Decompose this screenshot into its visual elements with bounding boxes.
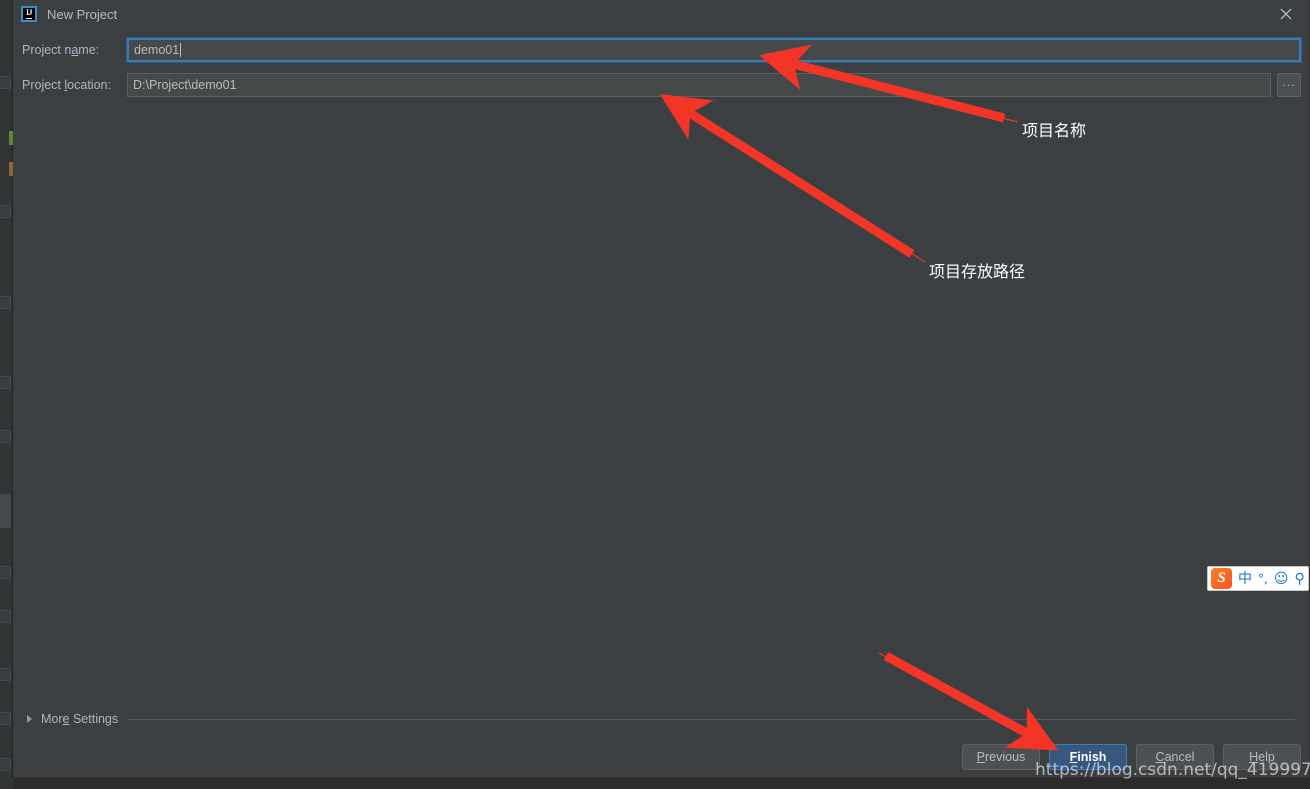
close-icon[interactable]: [1263, 0, 1309, 28]
ide-edge-mark: [0, 430, 11, 443]
project-location-value: D:\Project\demo01: [133, 77, 237, 92]
ide-edge-mark: [0, 566, 11, 579]
previous-button[interactable]: Previous: [962, 744, 1040, 770]
project-name-label: Project name:: [22, 43, 127, 57]
project-name-row: Project name: demo01: [13, 37, 1310, 62]
ime-punctuation-icon[interactable]: °,: [1258, 573, 1268, 585]
csdn-watermark: https://blog.csdn.net/qq_41999771: [1035, 760, 1310, 780]
sogou-logo-icon[interactable]: S: [1211, 568, 1232, 589]
ide-edge-mark: [0, 610, 11, 623]
text-caret: [180, 42, 182, 57]
project-location-label-suffix: ocation:: [67, 77, 111, 92]
triangle-right-icon: [27, 715, 32, 723]
previous-button-suffix: revious: [985, 750, 1026, 764]
dialog-title: New Project: [47, 6, 118, 22]
project-location-row: Project location: D:\Project\demo01 ...: [13, 72, 1310, 97]
ime-emoji-icon[interactable]: ☺: [1274, 572, 1289, 586]
project-name-label-suffix: me:: [78, 42, 100, 57]
ide-background-strip: [0, 0, 13, 789]
project-name-label-prefix: Project n: [22, 42, 72, 57]
ime-mode-chinese-icon[interactable]: 中: [1238, 572, 1252, 586]
ide-edge-mark: [0, 712, 11, 725]
project-form: Project name: demo01 Project location: D…: [13, 28, 1310, 107]
browse-folder-button[interactable]: ...: [1277, 72, 1301, 97]
previous-button-mnemonic: P: [976, 750, 986, 764]
project-location-label: Project location:: [22, 78, 127, 92]
ide-edge-mark: [0, 376, 11, 389]
sogou-ime-toolbar[interactable]: S 中 °, ☺ ⚲: [1207, 566, 1309, 591]
more-settings-label-prefix: Mor: [41, 712, 63, 726]
ide-edge-mark: [0, 494, 11, 528]
ide-edge-mark: [0, 758, 11, 771]
project-name-value: demo01: [134, 42, 180, 57]
project-location-input[interactable]: D:\Project\demo01: [127, 72, 1271, 97]
ide-edge-mark: [0, 668, 11, 681]
project-location-annotation: 项目存放路径: [929, 262, 1026, 281]
ide-edge-mark: [0, 296, 11, 309]
dialog-titlebar: IJ New Project: [13, 0, 1309, 28]
desktop-bottom-strip-edge: [0, 778, 13, 789]
screen-root: IJ New Project Project name: demo01 Proj…: [0, 0, 1310, 789]
project-name-input[interactable]: demo01: [127, 37, 1301, 62]
ide-edge-mark: [0, 76, 11, 89]
more-settings-divider: [128, 718, 1295, 720]
more-settings-label: More Settings: [41, 712, 118, 726]
project-location-label-prefix: Project: [22, 77, 65, 92]
more-settings-expander[interactable]: More Settings: [27, 712, 1295, 726]
ide-edge-mark: [0, 205, 11, 218]
more-settings-label-suffix: Settings: [69, 712, 119, 726]
project-name-annotation: 项目名称: [1022, 121, 1087, 140]
new-project-dialog: IJ New Project Project name: demo01 Proj…: [13, 0, 1310, 778]
ime-toolbox-icon[interactable]: ⚲: [1294, 572, 1304, 586]
intellij-idea-icon: IJ: [21, 6, 37, 22]
